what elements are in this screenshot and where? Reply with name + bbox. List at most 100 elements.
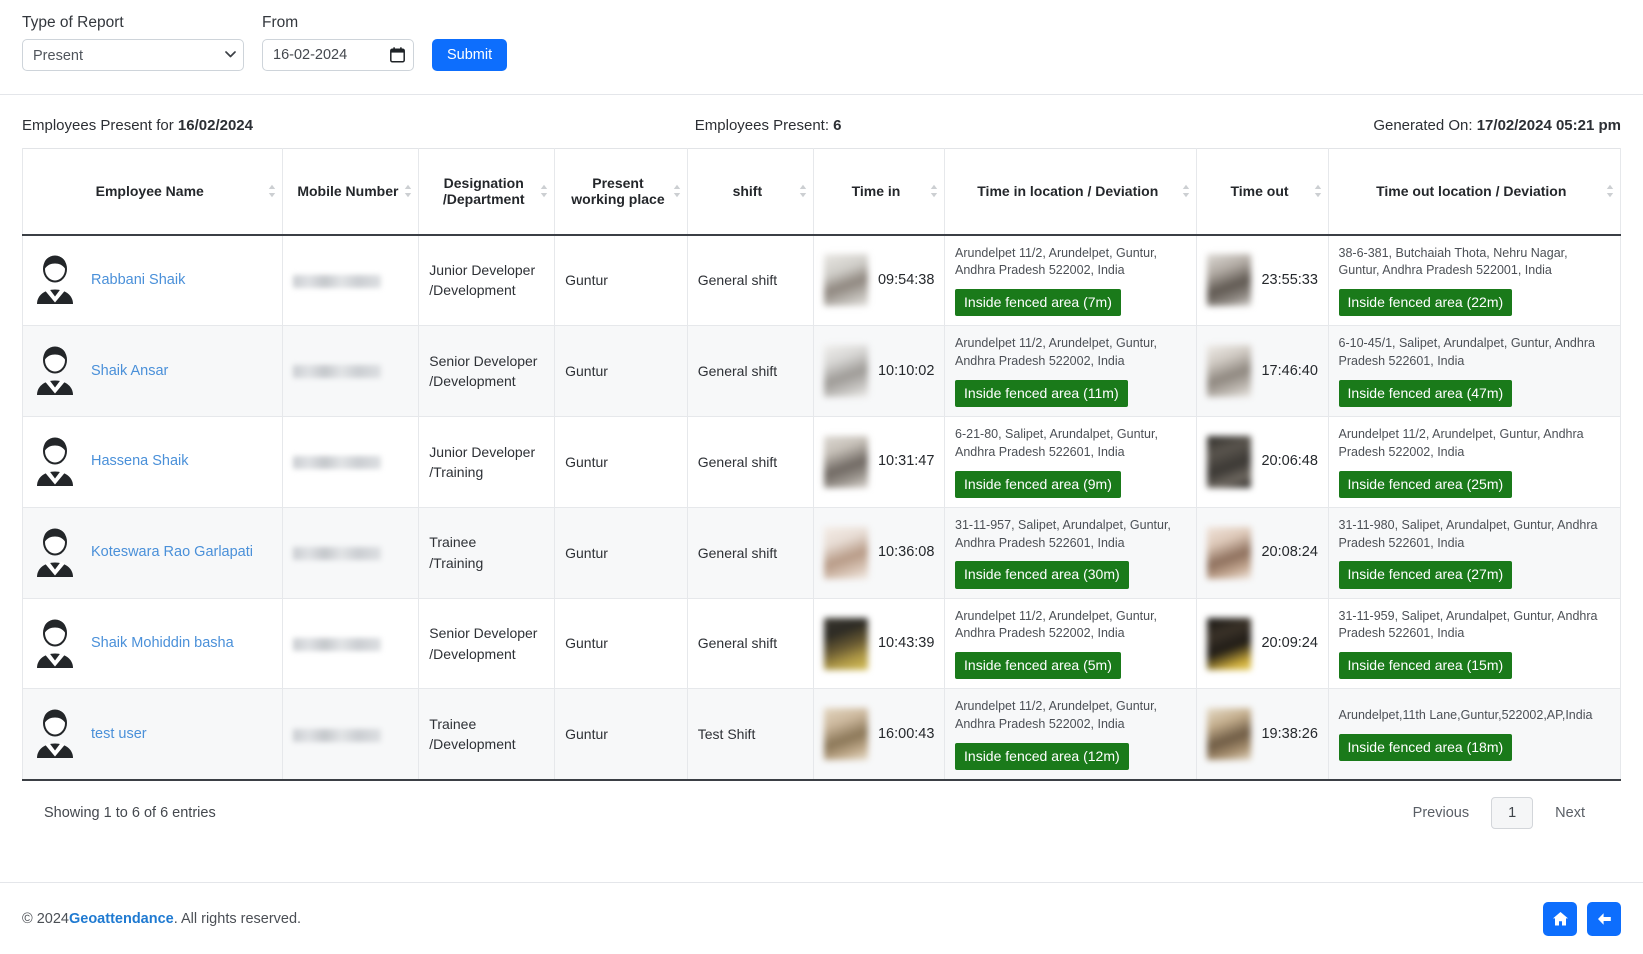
table-row: test userTrainee/DevelopmentGunturTest S… <box>23 689 1621 780</box>
column-header-mobile-number[interactable]: Mobile Number <box>283 149 419 235</box>
time-in-deviation-badge: Inside fenced area (9m) <box>955 471 1121 498</box>
time-out-location-text: 31-11-980, Salipet, Arundalpet, Guntur, … <box>1339 517 1610 553</box>
time-in-deviation-badge: Inside fenced area (12m) <box>955 743 1129 770</box>
cell-time-out: 19:38:26 <box>1197 689 1328 780</box>
time-in-value: 10:36:08 <box>878 542 934 563</box>
time-in-value: 09:54:38 <box>878 270 934 291</box>
time-in-location-text: 6-21-80, Salipet, Arundalpet, Guntur, An… <box>955 426 1186 462</box>
time-out-photo <box>1207 345 1251 397</box>
time-out-photo <box>1207 618 1251 670</box>
time-out-location-text: 6-10-45/1, Salipet, Arundalpet, Guntur, … <box>1339 335 1610 371</box>
cell-time-in-location: Arundelpet 11/2, Arundelpet, Guntur, And… <box>945 235 1197 326</box>
report-type-select[interactable]: Present <box>22 39 244 71</box>
time-out-location-text: 38-6-381, Butchaiah Thota, Nehru Nagar, … <box>1339 245 1610 281</box>
cell-time-in-location: Arundelpet 11/2, Arundelpet, Guntur, And… <box>945 326 1197 417</box>
mobile-number-redacted <box>293 365 381 378</box>
page-footer: © 2024 Geoattendance. All rights reserve… <box>0 882 1643 954</box>
time-out-deviation-badge: Inside fenced area (15m) <box>1339 652 1513 679</box>
submit-button[interactable]: Submit <box>432 39 507 71</box>
table-row: Rabbani Shaik Junior Developer/Developmen… <box>23 235 1621 326</box>
time-out-value: 20:08:24 <box>1261 542 1317 563</box>
employee-name-link[interactable]: Shaik Mohiddin basha <box>91 633 234 654</box>
pagination-page-1[interactable]: 1 <box>1491 797 1533 829</box>
copyright-prefix: © 2024 <box>22 911 69 927</box>
time-in-value: 10:31:47 <box>878 451 934 472</box>
mobile-number-redacted <box>293 275 381 288</box>
time-out-deviation-badge: Inside fenced area (25m) <box>1339 471 1513 498</box>
pagination-next[interactable]: Next <box>1541 798 1599 828</box>
cell-time-in: 10:36:08 <box>813 507 944 598</box>
cell-mobile-number <box>283 507 419 598</box>
cell-designation: Trainee/Training <box>419 507 555 598</box>
time-out-location-text: Arundelpet 11/2, Arundelpet, Guntur, And… <box>1339 426 1610 462</box>
employee-name-link[interactable]: Koteswara Rao Garlapati <box>91 542 253 563</box>
cell-employee-name: Shaik Mohiddin basha <box>23 598 283 689</box>
attendance-table: Employee Name Mobile Number Designation … <box>22 148 1621 781</box>
from-date-input[interactable] <box>262 39 414 71</box>
employee-name-link[interactable]: Rabbani Shaik <box>91 270 185 291</box>
report-type-select-wrap: Present <box>22 39 244 71</box>
column-header-time-in[interactable]: Time in <box>813 149 944 235</box>
sort-icon <box>799 184 807 198</box>
cell-designation: Senior Developer/Development <box>419 326 555 417</box>
time-in-photo <box>824 618 868 670</box>
column-header-employee-name[interactable]: Employee Name <box>23 149 283 235</box>
cell-mobile-number <box>283 598 419 689</box>
column-header-time-in-location[interactable]: Time in location / Deviation <box>945 149 1197 235</box>
time-out-value: 17:46:40 <box>1261 361 1317 382</box>
cell-employee-name: Shaik Ansar <box>23 326 283 417</box>
avatar-icon <box>33 528 77 578</box>
column-header-time-out-location[interactable]: Time out location / Deviation <box>1328 149 1620 235</box>
time-in-deviation-badge: Inside fenced area (5m) <box>955 652 1121 679</box>
cell-present-working-place: Guntur <box>555 598 688 689</box>
home-button[interactable] <box>1543 902 1577 936</box>
cell-designation: Trainee/Development <box>419 689 555 780</box>
pagination: Previous 1 Next <box>1399 797 1599 829</box>
cell-designation: Junior Developer/Development <box>419 235 555 326</box>
time-out-photo <box>1207 708 1251 760</box>
time-in-location-text: Arundelpet 11/2, Arundelpet, Guntur, And… <box>955 698 1186 734</box>
table-row: Shaik AnsarSenior Developer/DevelopmentG… <box>23 326 1621 417</box>
sort-icon <box>1606 184 1614 198</box>
time-out-deviation-badge: Inside fenced area (47m) <box>1339 380 1513 407</box>
report-type-group: Type of Report Present <box>22 14 244 71</box>
time-in-location-text: Arundelpet 11/2, Arundelpet, Guntur, And… <box>955 335 1186 371</box>
showing-entries-text: Showing 1 to 6 of 6 entries <box>44 805 216 821</box>
avatar-icon <box>33 437 77 487</box>
generated-on-prefix: Generated On: <box>1373 117 1476 134</box>
time-in-value: 16:00:43 <box>878 724 934 745</box>
brand-link[interactable]: Geoattendance <box>69 911 174 927</box>
column-header-time-out[interactable]: Time out <box>1197 149 1328 235</box>
column-header-present-working-place[interactable]: Present working place <box>555 149 688 235</box>
cell-time-in: 10:31:47 <box>813 417 944 508</box>
cell-shift: Test Shift <box>687 689 813 780</box>
time-in-photo <box>824 254 868 306</box>
cell-shift: General shift <box>687 598 813 689</box>
time-out-value: 23:55:33 <box>1261 270 1317 291</box>
table-zone: Employee Name Mobile Number Designation … <box>0 148 1643 829</box>
report-title-date: 16/02/2024 <box>178 117 253 134</box>
back-button[interactable] <box>1587 902 1621 936</box>
time-in-deviation-badge: Inside fenced area (11m) <box>955 380 1128 407</box>
pagination-previous[interactable]: Previous <box>1399 798 1483 828</box>
employee-name-link[interactable]: Shaik Ansar <box>91 361 168 382</box>
time-in-deviation-badge: Inside fenced area (7m) <box>955 289 1121 316</box>
table-footer: Showing 1 to 6 of 6 entries Previous 1 N… <box>22 781 1621 829</box>
copyright-suffix: . All rights reserved. <box>174 911 301 927</box>
table-head: Employee Name Mobile Number Designation … <box>23 149 1621 235</box>
sort-icon <box>404 184 412 198</box>
cell-designation: Senior Developer/Development <box>419 598 555 689</box>
time-out-value: 20:06:48 <box>1261 451 1317 472</box>
cell-time-out-location: 38-6-381, Butchaiah Thota, Nehru Nagar, … <box>1328 235 1620 326</box>
from-date-group: From <box>262 14 414 71</box>
cell-time-out: 23:55:33 <box>1197 235 1328 326</box>
employee-name-link[interactable]: test user <box>91 724 147 745</box>
report-title-prefix: Employees Present for <box>22 117 178 134</box>
employee-name-link[interactable]: Hassena Shaik <box>91 451 189 472</box>
column-header-shift[interactable]: shift <box>687 149 813 235</box>
sort-icon <box>1182 184 1190 198</box>
cell-time-in-location: 6-21-80, Salipet, Arundalpet, Guntur, An… <box>945 417 1197 508</box>
report-meta-row: Employees Present for 16/02/2024 Employe… <box>0 95 1643 148</box>
column-header-designation-department[interactable]: Designation /Department <box>419 149 555 235</box>
arrow-left-icon <box>1596 911 1613 927</box>
